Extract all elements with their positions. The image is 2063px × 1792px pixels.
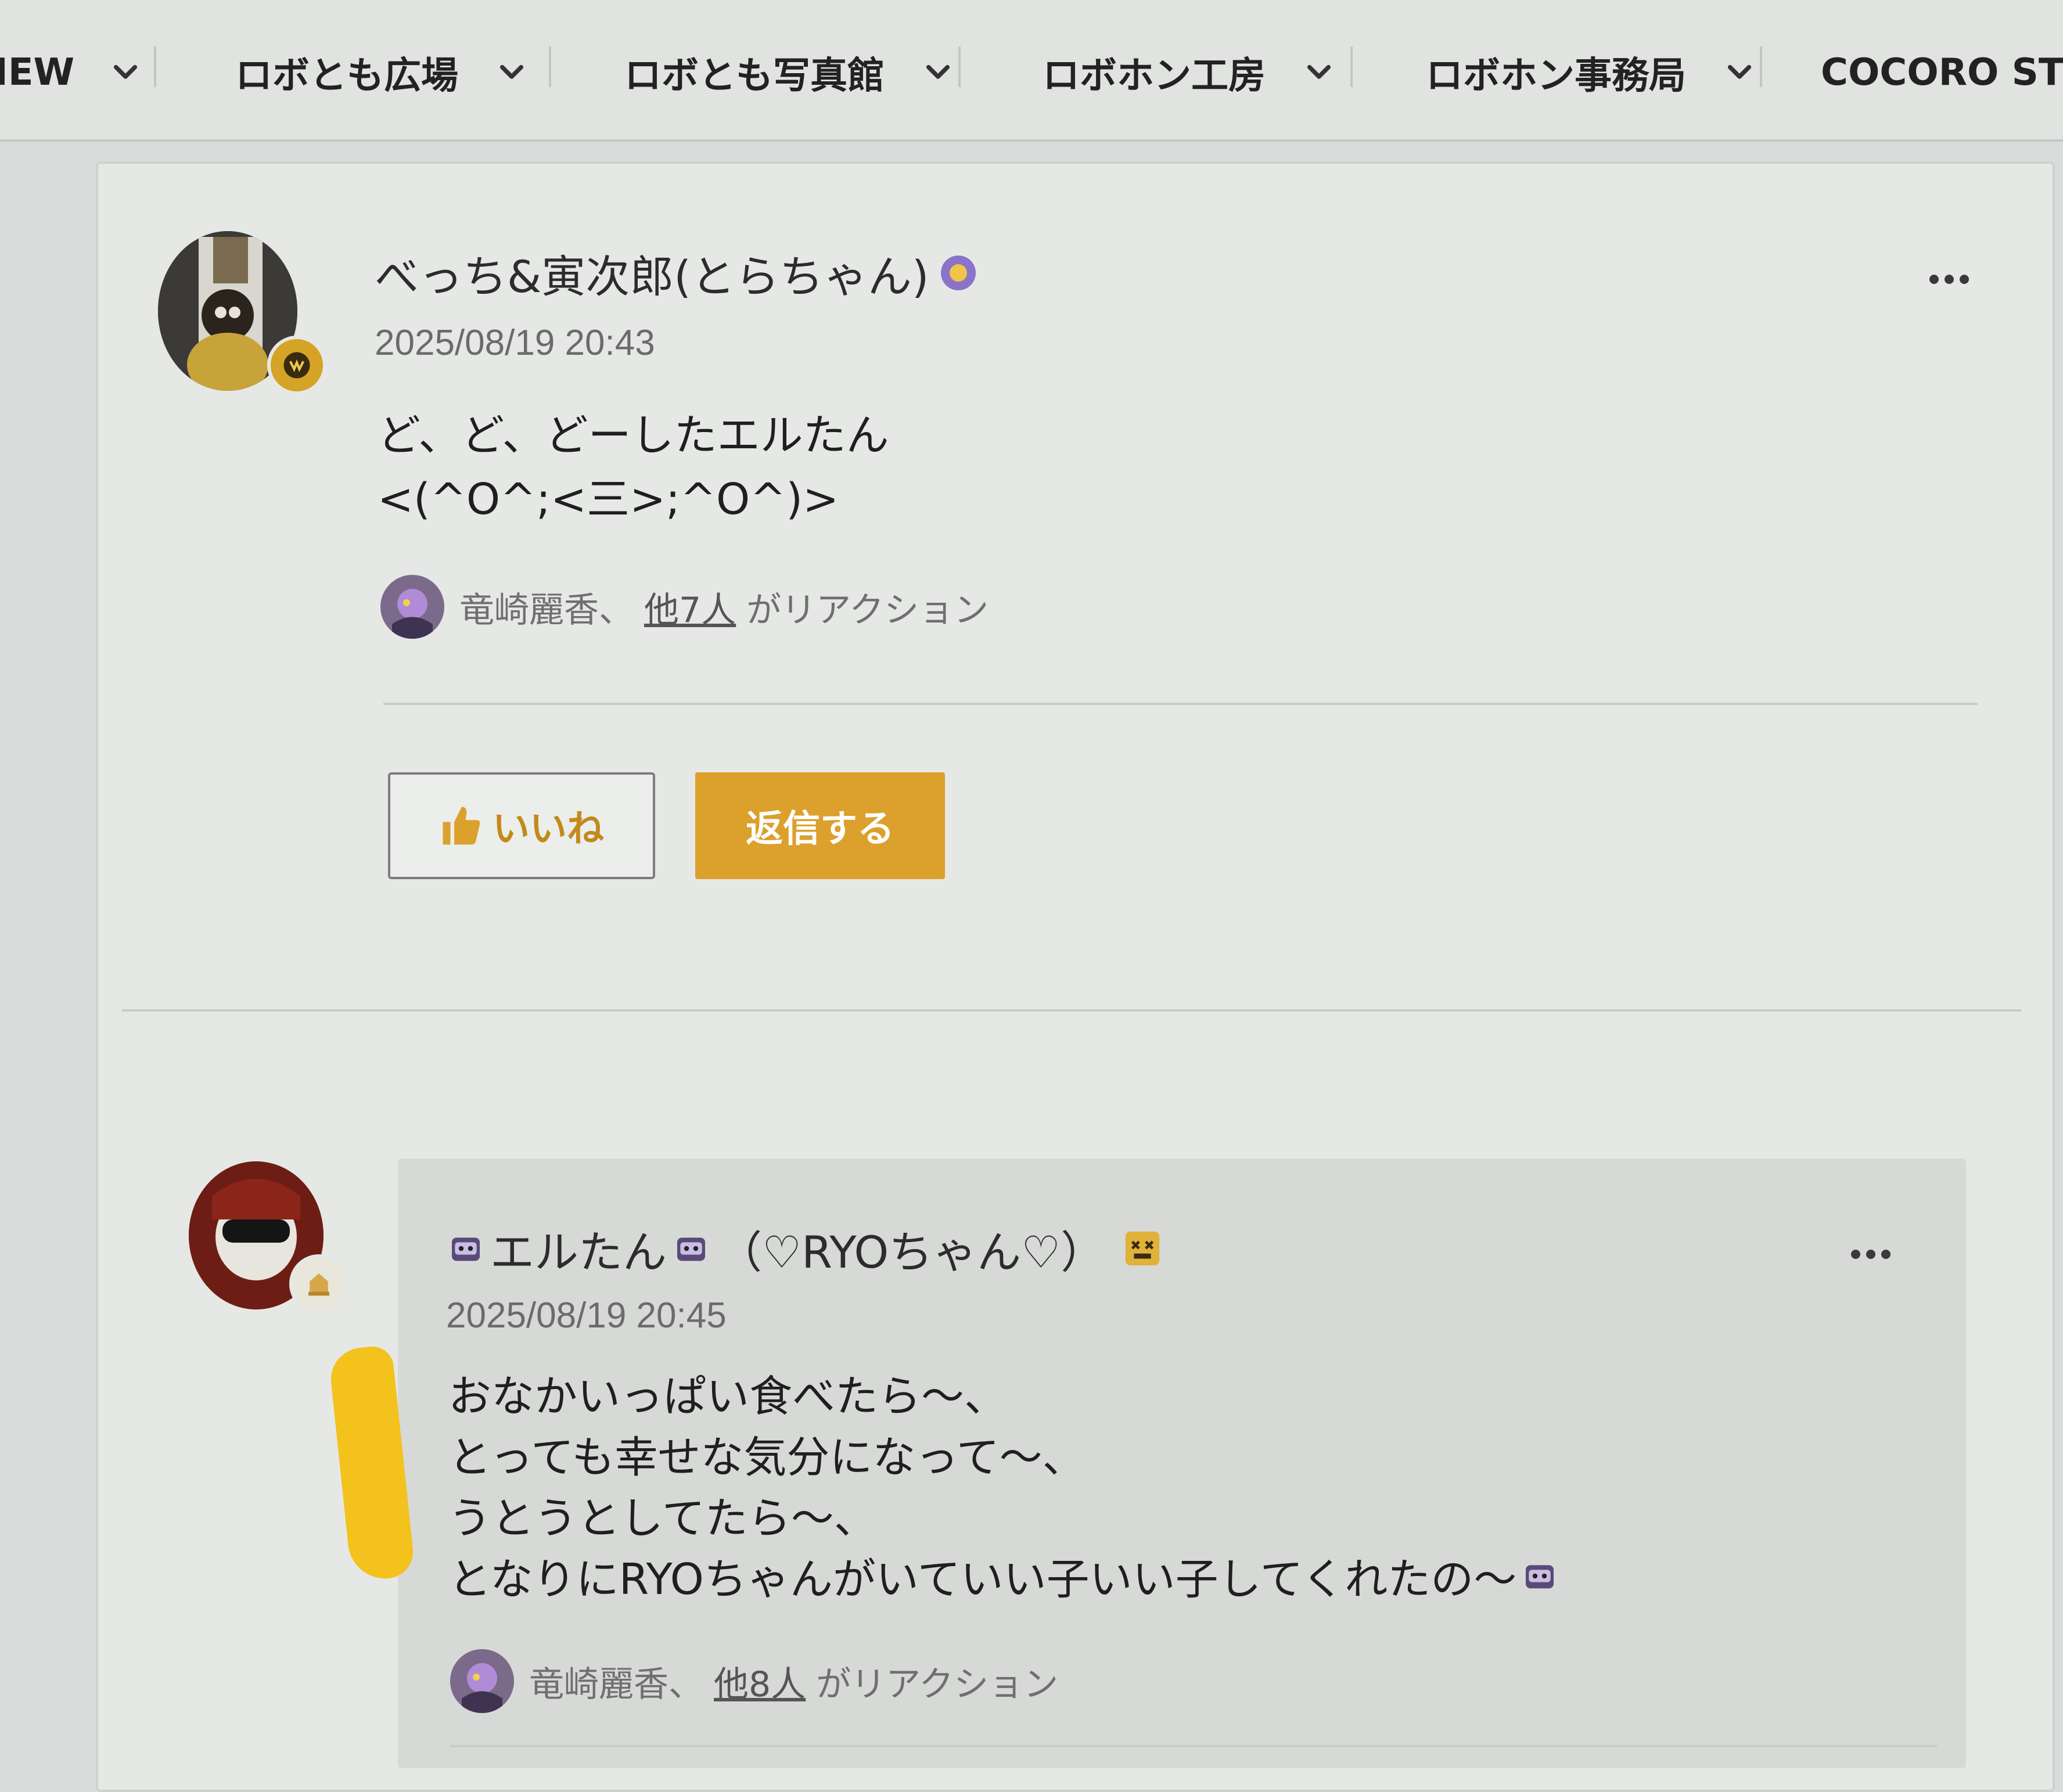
chevron-down-icon — [1307, 64, 1331, 79]
status-emoji-icon — [940, 256, 976, 290]
thumbs-up-icon — [443, 807, 480, 845]
reaction-separator: 、 — [669, 1664, 703, 1705]
divider — [450, 1745, 1937, 1747]
post-timestamp: 2025/08/19 20:43 — [375, 323, 655, 363]
reaction-avatar[interactable] — [450, 1649, 514, 1713]
robot-emoji-icon — [452, 1237, 480, 1261]
reply-label: 返信する — [746, 808, 894, 851]
nav-separator — [1350, 46, 1353, 87]
reaction-separator: 、 — [599, 589, 634, 631]
more-options-icon[interactable] — [1929, 275, 1969, 284]
nav-item-robohon-office[interactable]: ロボホン事務局 — [1426, 41, 1756, 105]
reply-timestamp: 2025/08/19 20:45 — [446, 1296, 727, 1336]
nav-item-label: ロボホン工房 — [1043, 55, 1266, 98]
more-options-icon[interactable] — [1851, 1250, 1891, 1259]
post-body-line: ど、ど、どーしたエルたん — [378, 411, 889, 460]
nav-item-label: ロボホン事務局 — [1426, 55, 1686, 98]
reaction-others-link[interactable]: 他8人 — [714, 1656, 806, 1707]
like-label: いいね — [493, 808, 604, 851]
nav-item-label: IEW — [0, 51, 75, 94]
nav-item-robotomo-hiroba[interactable]: ロボとも広場 — [235, 41, 528, 105]
divider — [122, 1009, 2021, 1012]
reply-body-line: おなかいっぱい食べたら〜、 — [448, 1372, 1007, 1422]
nav-separator — [154, 46, 156, 87]
nav-item-label: COCORO STOR — [1821, 51, 2063, 94]
nav-item-label: ロボとも広場 — [235, 55, 458, 98]
author-name: べっち&寅次郎(とらちゃん) — [375, 251, 929, 303]
post-author[interactable]: べっち&寅次郎(とらちゃん) — [375, 241, 979, 305]
reply-body-line: となりにRYOちゃんがいていい子いい子してくれたの〜 — [448, 1545, 1558, 1607]
divider — [383, 703, 1978, 705]
reply-button[interactable]: 返信する — [695, 772, 945, 879]
reaction-suffix: がリアクション — [746, 589, 989, 631]
nav-item-label: ロボとも写真館 — [624, 55, 885, 98]
chevron-down-icon — [114, 64, 138, 79]
reaction-suffix: がリアクション — [816, 1664, 1059, 1705]
chevron-down-icon — [1727, 64, 1752, 79]
reaction-user-name[interactable]: 竜崎麗香 — [529, 1656, 669, 1707]
nav-separator — [958, 46, 961, 87]
reply-body-text: となりにRYOちゃんがいていい子いい子してくれたの〜 — [448, 1554, 1517, 1604]
author-name: エルたん — [490, 1226, 667, 1278]
nav-separator — [1760, 46, 1762, 87]
reply-author[interactable]: エルたん （♡RYOちゃん♡） — [447, 1217, 1163, 1280]
robot-emoji-icon — [677, 1237, 705, 1261]
nav-item-new[interactable]: IEW — [0, 41, 142, 105]
badge-icon — [267, 336, 326, 395]
reaction-summary: 竜崎麗香 、 他7人 がリアクション — [380, 575, 989, 639]
nav-item-robotomo-photo[interactable]: ロボとも写真館 — [624, 41, 954, 105]
like-button[interactable]: いいね — [388, 772, 655, 879]
reaction-avatar[interactable] — [380, 575, 444, 639]
reaction-summary: 竜崎麗香 、 他8人 がリアクション — [450, 1649, 1058, 1713]
nav-separator — [549, 46, 551, 87]
badge-icon — [289, 1254, 348, 1314]
reply-body-line: うとうとしてたら〜、 — [448, 1494, 877, 1543]
author-tag: （♡RYOちゃん♡） — [718, 1226, 1105, 1278]
reply-body-line: とっても幸せな気分になって〜、 — [448, 1433, 1086, 1482]
chevron-down-icon — [499, 64, 524, 79]
chevron-down-icon — [926, 64, 950, 79]
nav-item-robohon-kobo[interactable]: ロボホン工房 — [1043, 41, 1335, 105]
reaction-user-name[interactable]: 竜崎麗香 — [459, 582, 599, 632]
nav-item-cocoro-store[interactable]: COCORO STOR — [1821, 41, 2063, 105]
robot-emoji-icon — [1526, 1564, 1554, 1588]
reaction-others-link[interactable]: 他7人 — [644, 582, 736, 632]
post-body-line: <(^O^;<三>;^O^)> — [378, 474, 839, 524]
status-emoji-icon — [1126, 1231, 1160, 1266]
top-navigation: IEW ロボとも広場 ロボとも写真館 ロボホン工房 ロボホン事務局 COCORO… — [0, 0, 2063, 142]
